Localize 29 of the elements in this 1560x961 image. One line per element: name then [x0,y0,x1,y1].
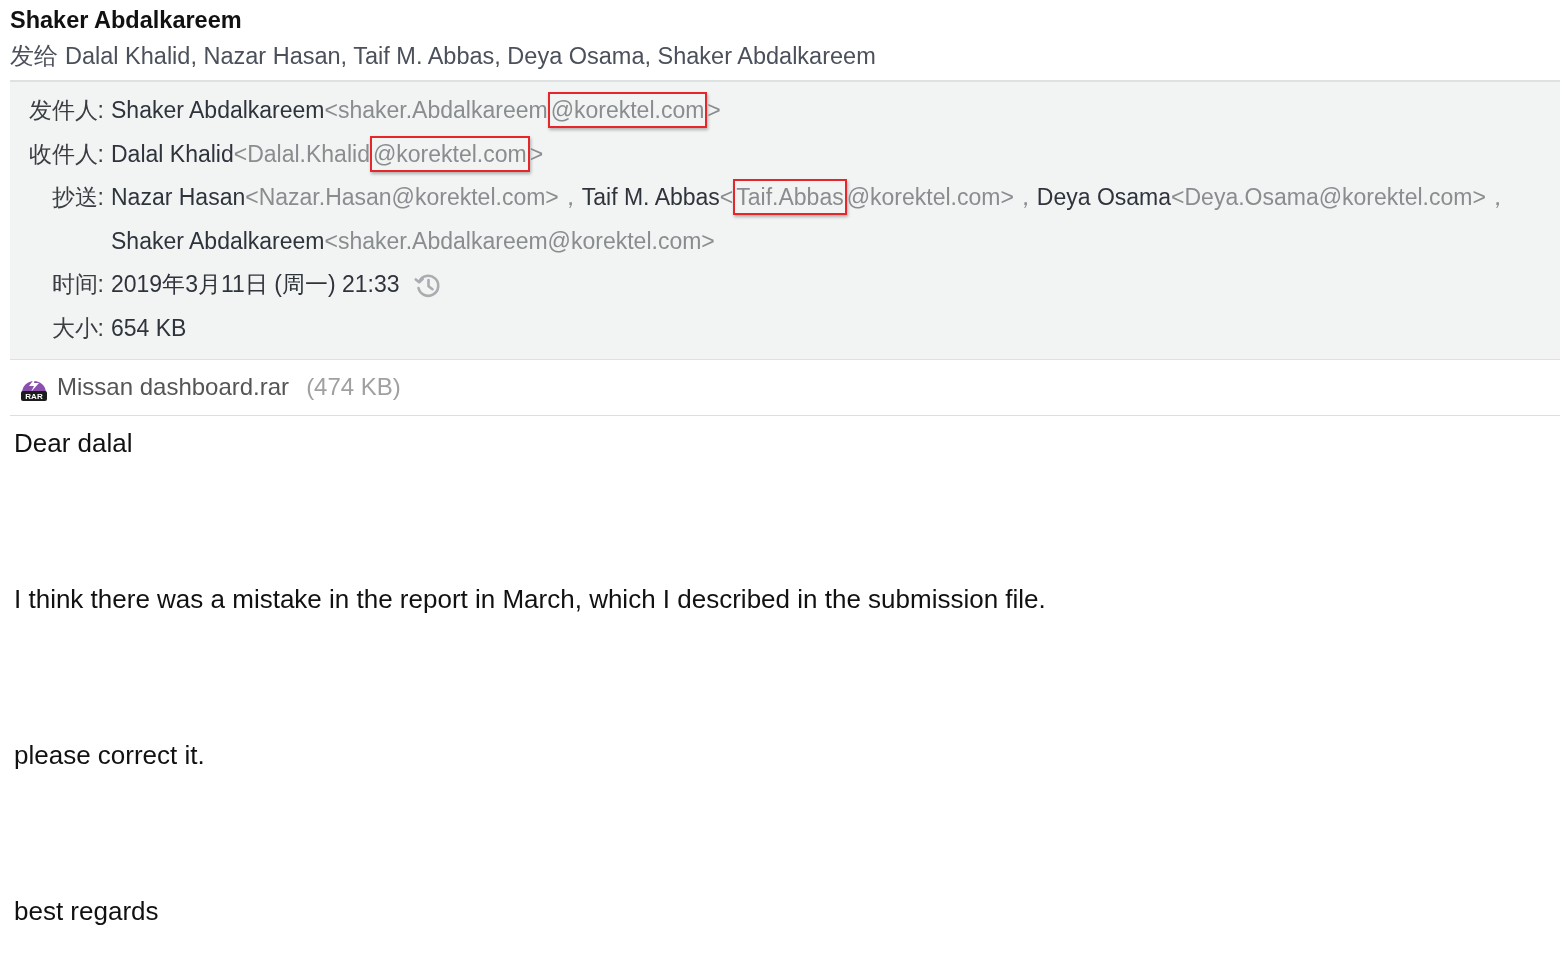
email-address: <Deya.Osama@korektel.com>， [1171,183,1509,213]
body-paragraph: best regards [14,894,159,928]
field-label: 时间: [51,270,104,300]
email-address: <shaker.Abdalkareem@korektel.com> [324,89,721,133]
recipients-label: 发给 [10,42,58,71]
attachment-size: (474 KB) [306,373,401,402]
field-label: 大小: [51,313,104,343]
body-paragraph: Dear dalal [14,426,133,460]
contact-name: Dalal Khalid [111,139,234,169]
contact-name: Deya Osama [1036,183,1172,213]
contact-name: Shaker Abdalkareem [111,226,325,256]
contact-name: Taif M. Abbas [581,183,720,213]
attachment-name[interactable]: Missan dashboard.rar [57,373,290,402]
email-address: <Dalal.Khalid@korektel.com> [233,132,544,177]
history-icon[interactable] [413,271,441,299]
body-paragraph: I think there was a mistake in the report in March, which I described in the submission file. [14,582,1046,616]
body-paragraph: please correct it. [14,738,205,772]
recipients-list: Dalal Khalid, Nazar Hasan, Taif M. Abbas, Deya Osama, Shaker Abdalkareem [65,39,876,73]
email-address: <shaker.Abdalkareem@korektel.com> [324,226,715,256]
message-size: 654 KB [111,313,187,343]
email-address: <Taif.Abbas@korektel.com>， [719,176,1037,220]
field-label: 收件人: [28,139,104,169]
field-label: 发件人: [28,96,104,125]
email-address: <Nazar.Hasan@korektel.com>， [245,183,582,213]
sender-name: Shaker Abdalkareem [10,6,242,35]
field-label: 抄送: [51,183,104,213]
sent-time: 2019年3月11日 (周一) 21:33 [111,270,400,300]
contact-name: Nazar Hasan [111,183,246,213]
contact-name: Shaker Abdalkareem [111,96,325,125]
